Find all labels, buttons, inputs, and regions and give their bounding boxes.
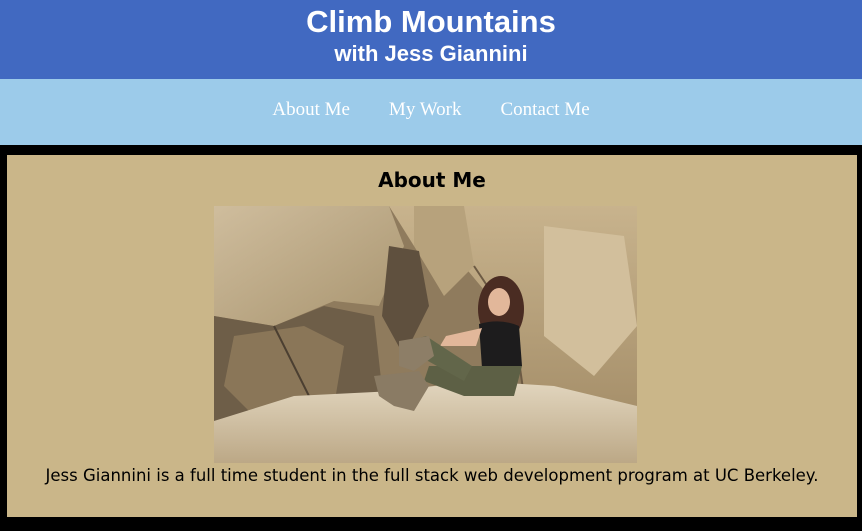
nav-links: About Me My Work Contact Me — [0, 98, 862, 122]
site-header: Climb Mountains with Jess Giannini — [0, 0, 862, 79]
nav-link-contact-me[interactable]: Contact Me — [500, 98, 589, 122]
main-nav: About Me My Work Contact Me — [0, 79, 862, 145]
nav-link-my-work[interactable]: My Work — [389, 98, 462, 122]
profile-photo — [214, 206, 637, 463]
page: Climb Mountains with Jess Giannini About… — [0, 0, 862, 531]
site-title: Climb Mountains — [306, 4, 556, 39]
about-description: Jess Giannini is a full time student in … — [45, 466, 819, 485]
about-heading: About Me — [378, 168, 486, 192]
nav-link-about-me[interactable]: About Me — [272, 98, 350, 122]
site-subtitle: with Jess Giannini — [334, 41, 528, 66]
about-section: About Me Jess Giannini is a full time st… — [7, 155, 857, 517]
